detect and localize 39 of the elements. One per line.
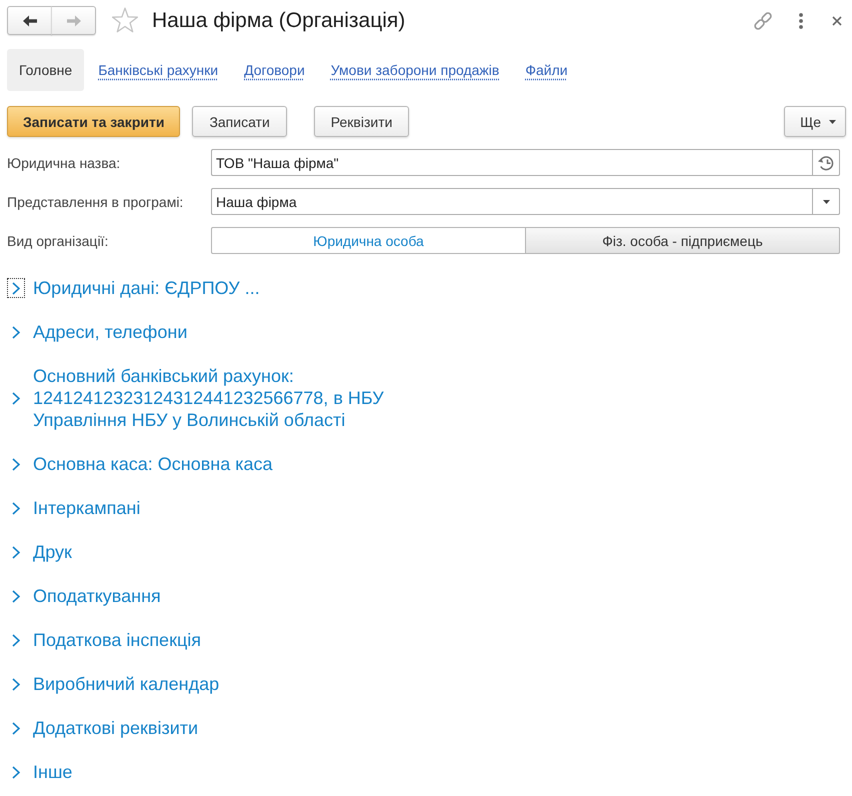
input-field[interactable]: ТОВ "Наша фірма" bbox=[211, 149, 812, 176]
tab[interactable]: Банківські рахунки bbox=[86, 49, 230, 91]
right-arrow-icon bbox=[66, 14, 82, 26]
field-label: Вид організації: bbox=[7, 232, 110, 248]
section-header[interactable]: Основний банківський рахунок: 12412412323124312441232566778, в НБУ Управління НБУ у Волинській області bbox=[7, 365, 443, 431]
link-icon[interactable] bbox=[752, 10, 774, 32]
section-header[interactable]: Податкова інспекція bbox=[7, 629, 202, 651]
clock-icon bbox=[817, 154, 835, 170]
caret-icon bbox=[822, 200, 830, 204]
field-label: Юридична назва: bbox=[7, 154, 122, 170]
more-icon[interactable] bbox=[799, 12, 803, 28]
toolbar-button[interactable]: Записати bbox=[192, 106, 287, 137]
radio-option[interactable]: Фіз. особа - підприємець bbox=[525, 227, 840, 254]
section-header[interactable]: Друк bbox=[7, 541, 72, 563]
section-header[interactable]: Адреси, телефони bbox=[7, 321, 188, 343]
caret-icon bbox=[829, 120, 836, 124]
field-label: Представлення в програмі: bbox=[7, 194, 184, 210]
more-button[interactable]: Ще bbox=[784, 106, 846, 137]
section-header[interactable]: Основна каса: Основна каса bbox=[7, 453, 273, 475]
section-header[interactable]: Оподаткування bbox=[7, 585, 161, 607]
radio-option[interactable]: Юридична особа bbox=[211, 227, 526, 254]
close-icon[interactable] bbox=[832, 16, 842, 26]
tab[interactable]: Головне bbox=[7, 49, 84, 91]
left-arrow-icon bbox=[22, 14, 38, 26]
section-header[interactable]: Додаткові реквізити bbox=[7, 717, 198, 739]
primary-button[interactable]: Записати та закрити bbox=[7, 106, 180, 137]
window-title: Наша фірма (Організація) bbox=[152, 8, 406, 32]
tab[interactable]: Умови заборони продажів bbox=[318, 49, 512, 91]
section-header[interactable]: Виробничий календар bbox=[7, 673, 220, 695]
tab[interactable]: Договори bbox=[232, 49, 317, 91]
section-header[interactable]: Інше bbox=[7, 761, 72, 783]
history-button[interactable] bbox=[812, 149, 840, 176]
toolbar-button[interactable]: Реквізити bbox=[314, 106, 410, 137]
back-button[interactable] bbox=[7, 6, 52, 35]
section-header[interactable]: Юридичні дані: ЄДРПОУ ... bbox=[7, 277, 260, 299]
tab[interactable]: Файли bbox=[513, 49, 580, 91]
input-field[interactable]: Наша фірма bbox=[211, 188, 812, 215]
section-header[interactable]: Інтеркампані bbox=[7, 497, 140, 519]
star-icon[interactable] bbox=[111, 7, 139, 34]
